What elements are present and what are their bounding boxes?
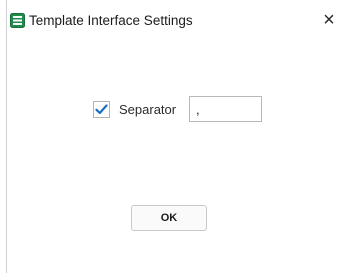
window-title: Template Interface Settings <box>29 13 193 28</box>
settings-dialog: Template Interface Settings × Separator … <box>6 0 341 273</box>
template-app-icon <box>10 13 25 28</box>
close-button[interactable]: × <box>318 9 340 31</box>
separator-checkbox[interactable] <box>93 101 110 118</box>
ok-button[interactable]: OK <box>131 205 207 231</box>
title-bar: Template Interface Settings × <box>7 0 341 42</box>
separator-input[interactable] <box>189 96 262 122</box>
separator-label: Separator <box>119 102 177 117</box>
close-icon[interactable]: × <box>323 9 335 31</box>
checkmark-icon <box>95 104 108 115</box>
